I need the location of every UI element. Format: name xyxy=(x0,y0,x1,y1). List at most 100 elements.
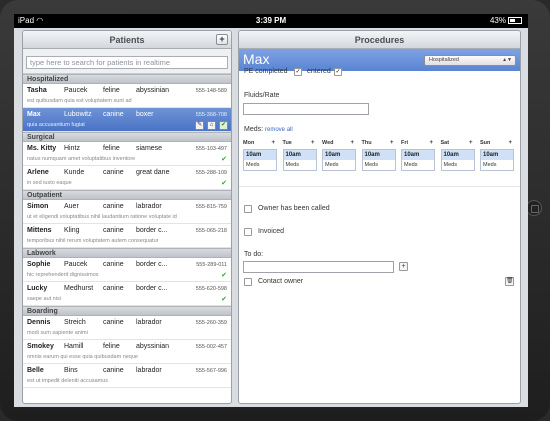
patient-breed: labrador xyxy=(136,367,162,374)
patient-species: canine xyxy=(103,319,124,326)
patient-first-name: Belle xyxy=(27,367,44,374)
dose-entry[interactable]: 10am Meds xyxy=(243,149,277,171)
patient-row-main: Belle Bins canine labrador 555-567-996 xyxy=(27,367,227,377)
patient-breed: border c... xyxy=(136,261,168,268)
invoiced-checkbox[interactable] xyxy=(244,228,252,236)
day-column: Thu + 10am Meds xyxy=(361,140,396,171)
dose-time: 10am xyxy=(283,150,316,160)
patient-note: est ut impedit deleniti accusamus xyxy=(27,378,109,384)
patient-first-name: Ms. Kitty xyxy=(27,145,57,152)
dose-entry[interactable]: 10am Meds xyxy=(322,149,356,171)
delete-todo-button[interactable]: 🗑 xyxy=(505,277,514,286)
patient-breed: siamese xyxy=(136,145,163,152)
contact-owner-checkbox[interactable] xyxy=(244,278,252,286)
home-icon[interactable]: ⌂ xyxy=(207,121,217,130)
patient-row-main: Lucky Medhurst canine border c... 555-62… xyxy=(27,285,227,295)
patient-phone: 555-148-589 xyxy=(195,88,227,94)
patient-note: saepe aut nisi xyxy=(27,296,61,302)
patient-breed: border c... xyxy=(136,285,168,292)
add-todo-button[interactable]: + xyxy=(399,262,408,271)
patient-species: canine xyxy=(103,285,124,292)
dose-entry[interactable]: 10am Meds xyxy=(440,149,475,171)
patient-row[interactable]: Smokey Hamill feline abyssinian 555-002-… xyxy=(23,340,231,364)
dose-med: Meds xyxy=(323,160,355,170)
todo-input[interactable] xyxy=(243,261,394,273)
add-dose-button[interactable]: + xyxy=(350,140,354,146)
patient-first-name: Lucky xyxy=(27,285,48,292)
patient-breed: labrador xyxy=(136,319,162,326)
add-patient-button[interactable]: + xyxy=(216,34,228,45)
add-dose-button[interactable]: + xyxy=(271,140,275,146)
add-dose-button[interactable]: + xyxy=(508,140,512,146)
patient-last-name: Medhurst xyxy=(64,285,94,292)
patient-row-main: Ms. Kitty Hintz feline siamese 555-103-4… xyxy=(27,145,227,155)
patient-species: feline xyxy=(103,87,120,94)
pe-completed-checkbox[interactable]: ✓ xyxy=(294,68,302,76)
day-header: Wed + xyxy=(322,140,356,149)
dose-med: Meds xyxy=(283,160,316,170)
trash-icon: 🗑 xyxy=(506,278,514,284)
fluids-rate-input[interactable] xyxy=(243,103,369,115)
patient-first-name: Smokey xyxy=(27,343,54,350)
group-header: Boarding xyxy=(23,306,231,316)
patient-row[interactable]: Arlene Kunde canine great dane 555-288-1… xyxy=(23,166,231,190)
screen: iPad ◠ 3:39 PM 43% Patients + Hospitaliz… xyxy=(14,14,528,407)
dose-time: 10am xyxy=(402,150,434,160)
add-dose-button[interactable]: + xyxy=(311,140,315,146)
dose-entry[interactable]: 10am Meds xyxy=(361,149,396,171)
patient-first-name: Sophie xyxy=(27,261,51,268)
patient-phone: 555-368-708 xyxy=(195,112,227,118)
patient-row-main: Simon Auer canine labrador 555-815-759 xyxy=(27,203,227,213)
dose-entry[interactable]: 10am Meds xyxy=(401,149,435,171)
entered-label: entered xyxy=(307,68,331,75)
add-dose-button[interactable]: + xyxy=(390,140,394,146)
patient-note: est quibusdam quia est voluptatem sunt a… xyxy=(27,98,132,104)
section-divider xyxy=(239,186,520,187)
patient-row[interactable]: Simon Auer canine labrador 555-815-759 u… xyxy=(23,200,231,224)
group-header: Labwork xyxy=(23,248,231,258)
procedures-title: Procedures xyxy=(354,35,405,45)
remove-all-link[interactable]: remove all xyxy=(265,127,293,133)
patient-note: ut et eligendi voluptatibus nihil laudan… xyxy=(27,214,177,220)
day-column: Sat + 10am Meds xyxy=(440,140,475,171)
home-button[interactable] xyxy=(526,200,542,216)
patient-search-input[interactable] xyxy=(26,56,228,69)
patient-row[interactable]: Tasha Paucek feline abyssinian 555-148-5… xyxy=(23,84,231,108)
search-bar xyxy=(23,49,231,74)
patient-row[interactable]: Ms. Kitty Hintz feline siamese 555-103-4… xyxy=(23,142,231,166)
patient-breed: abyssinian xyxy=(136,87,170,94)
status-select[interactable]: Hospitalized ▲▼ xyxy=(424,55,516,66)
checkmark-icon[interactable]: ✔ xyxy=(219,121,228,130)
group-header: Surgical xyxy=(23,132,231,142)
dose-entry[interactable]: 10am Meds xyxy=(282,149,317,171)
patient-row[interactable]: Belle Bins canine labrador 555-567-996 e… xyxy=(23,364,231,388)
day-column: Sun + 10am Meds xyxy=(480,140,514,171)
patient-first-name: Simon xyxy=(27,203,49,210)
checkmark-icon: ✔ xyxy=(221,156,227,163)
dose-time: 10am xyxy=(481,150,513,160)
add-dose-button[interactable]: + xyxy=(469,140,473,146)
patient-breed: boxer xyxy=(136,111,154,118)
patient-phone: 555-815-759 xyxy=(195,204,227,210)
patient-row-main: Tasha Paucek feline abyssinian 555-148-5… xyxy=(27,87,227,97)
patient-species: canine xyxy=(103,169,124,176)
dose-entry[interactable]: 10am Meds xyxy=(480,149,514,171)
patient-row[interactable]: Max Lubowitz canine boxer 555-368-708 qu… xyxy=(23,108,231,132)
status-bar: iPad ◠ 3:39 PM 43% xyxy=(14,14,528,28)
edit-icon[interactable]: ✎ xyxy=(195,121,205,130)
dose-med: Meds xyxy=(441,160,474,170)
patient-note: hic reprehenderit dignissimos xyxy=(27,272,99,278)
patient-row[interactable]: Dennis Streich canine labrador 555-260-3… xyxy=(23,316,231,340)
add-dose-button[interactable]: + xyxy=(429,140,433,146)
entered-checkbox[interactable]: ✓ xyxy=(334,68,342,76)
patient-last-name: Hamill xyxy=(64,343,84,350)
patient-last-name: Kling xyxy=(64,227,80,234)
patient-row[interactable]: Mittens Kling canine border c... 555-065… xyxy=(23,224,231,248)
patient-row[interactable]: Sophie Paucek canine border c... 555-289… xyxy=(23,258,231,282)
patient-row-main: Mittens Kling canine border c... 555-065… xyxy=(27,227,227,237)
select-arrows-icon: ▲▼ xyxy=(502,57,512,63)
patient-row[interactable]: Lucky Medhurst canine border c... 555-62… xyxy=(23,282,231,306)
patient-note: omnis earum qui esse quia quibusdam nequ… xyxy=(27,354,138,360)
owner-called-checkbox[interactable] xyxy=(244,205,252,213)
patient-phone: 555-288-109 xyxy=(195,170,227,176)
